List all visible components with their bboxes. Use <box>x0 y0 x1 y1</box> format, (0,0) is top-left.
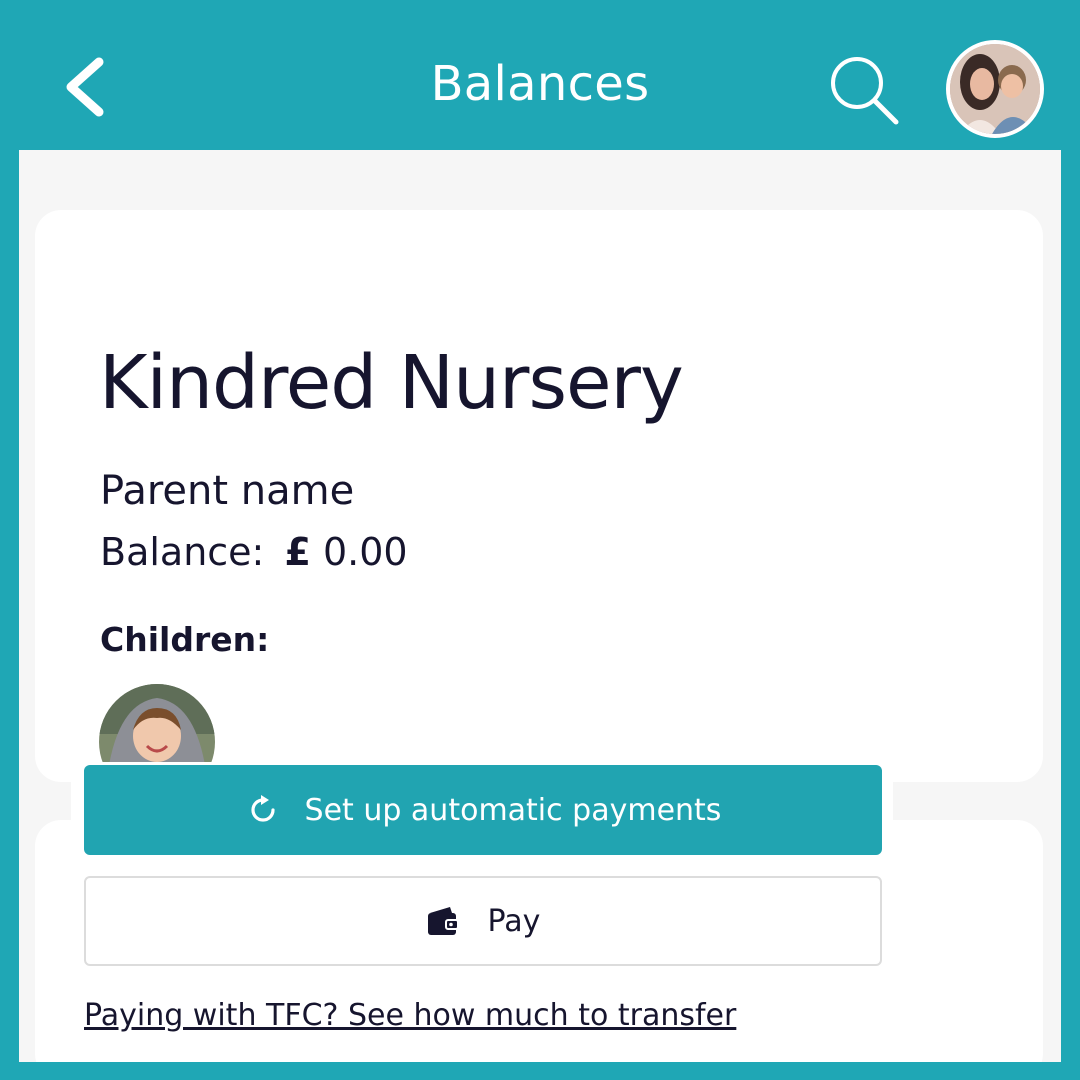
tfc-transfer-link[interactable]: Paying with TFC? See how much to transfe… <box>84 998 736 1033</box>
wallet-icon <box>427 907 459 935</box>
balance-currency: £ <box>284 530 311 574</box>
nursery-card: Kindred Nursery Parent name Balance: £ 0… <box>35 210 1043 800</box>
automatic-payments-button[interactable]: Set up automatic payments <box>84 765 882 855</box>
balance-amount: £ 0.00 <box>284 530 407 574</box>
pay-button[interactable]: Pay <box>84 876 882 966</box>
page-title: Balances <box>430 56 650 112</box>
nursery-name: Kindred Nursery <box>99 340 684 426</box>
search-button[interactable] <box>824 50 904 130</box>
main-content: Kindred Nursery Parent name Balance: £ 0… <box>19 150 1061 1062</box>
parent-name: Parent name <box>100 468 355 514</box>
app-screen: Balances Kindred Nursery Parent name Bal… <box>19 28 1061 1062</box>
search-icon <box>831 57 899 125</box>
user-photo-icon <box>950 44 1040 134</box>
balance-label: Balance: <box>100 530 265 574</box>
balance-value: 0.00 <box>323 530 408 574</box>
pay-label: Pay <box>487 903 541 939</box>
children-label: Children: <box>100 620 270 659</box>
automatic-payments-label: Set up automatic payments <box>304 792 722 828</box>
top-bar: Balances <box>19 28 1061 150</box>
balance-line: Balance: £ 0.00 <box>100 530 408 574</box>
refresh-icon <box>250 795 275 822</box>
user-avatar[interactable] <box>946 40 1044 138</box>
